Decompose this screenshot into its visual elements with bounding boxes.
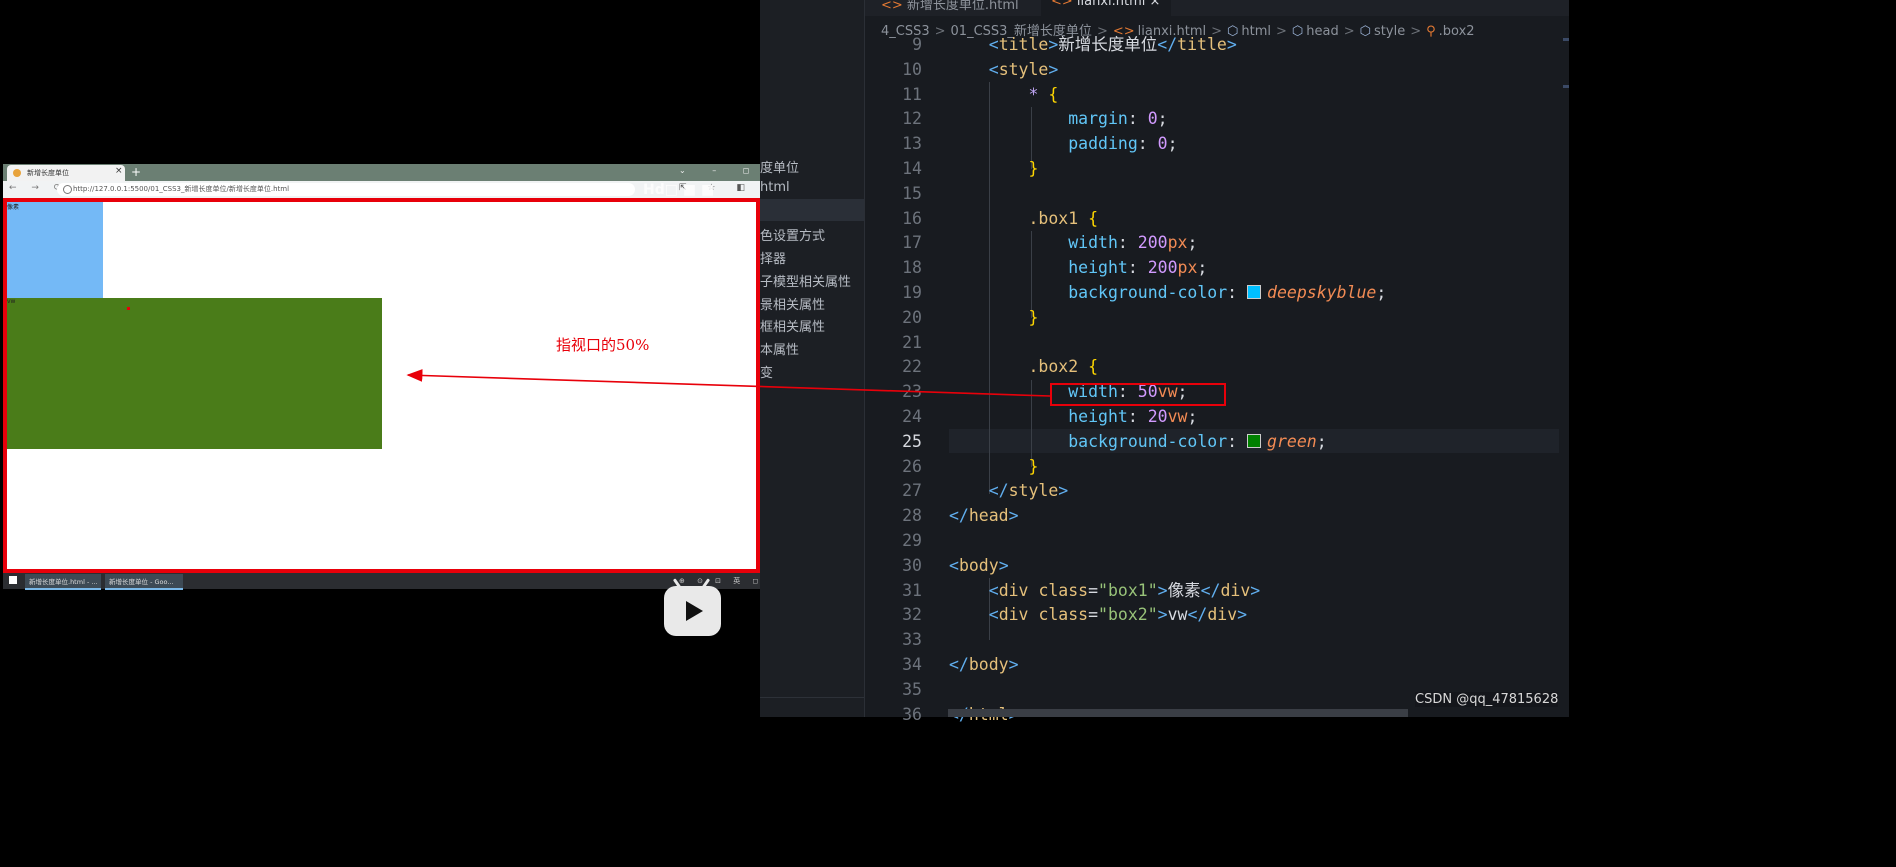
csdn-watermark: CSDN @qq_47815628 xyxy=(1415,692,1559,707)
annotation-arrow xyxy=(406,369,1051,397)
